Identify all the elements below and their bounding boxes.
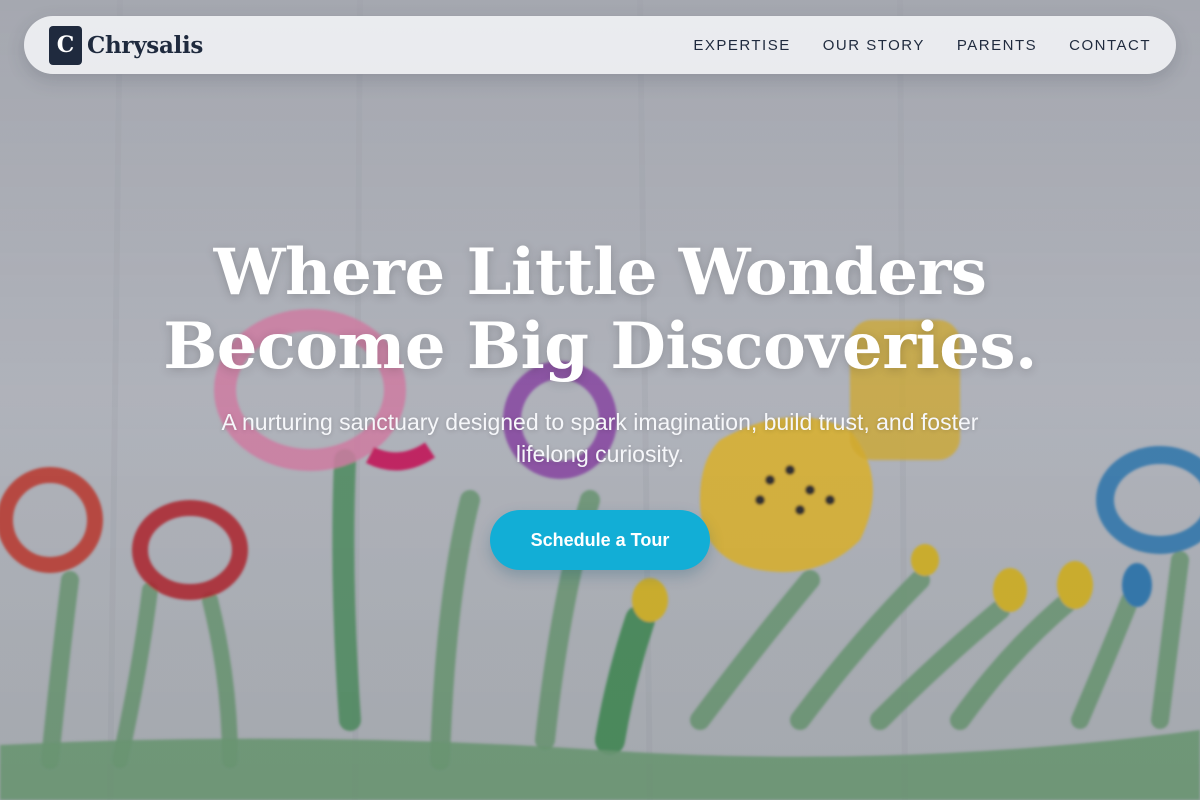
brand-name: Chrysalis xyxy=(87,31,204,59)
nav-link-parents[interactable]: PARENTS xyxy=(957,37,1037,54)
hero-title: Where Little Wonders Become Big Discover… xyxy=(0,236,1200,384)
hero-title-line-1: Where Little Wonders xyxy=(213,235,987,310)
nav-links: EXPERTISE OUR STORY PARENTS CONTACT xyxy=(693,37,1151,54)
schedule-tour-button[interactable]: Schedule a Tour xyxy=(490,510,710,570)
hero-subtitle: A nurturing sanctuary designed to spark … xyxy=(170,406,1030,470)
navbar: C Chrysalis EXPERTISE OUR STORY PARENTS … xyxy=(24,16,1176,74)
brand-logo-mark: C xyxy=(49,25,82,65)
hero-section: Where Little Wonders Become Big Discover… xyxy=(0,236,1200,570)
hero-subtitle-line-2: lifelong curiosity. xyxy=(515,441,685,467)
hero-title-line-2: Become Big Discoveries. xyxy=(163,309,1037,384)
nav-link-expertise[interactable]: EXPERTISE xyxy=(693,37,790,54)
nav-link-our-story[interactable]: OUR STORY xyxy=(823,37,925,54)
hero-subtitle-line-1: A nurturing sanctuary designed to spark … xyxy=(221,409,979,435)
brand-logo[interactable]: C Chrysalis xyxy=(49,25,204,65)
nav-link-contact[interactable]: CONTACT xyxy=(1069,37,1151,54)
